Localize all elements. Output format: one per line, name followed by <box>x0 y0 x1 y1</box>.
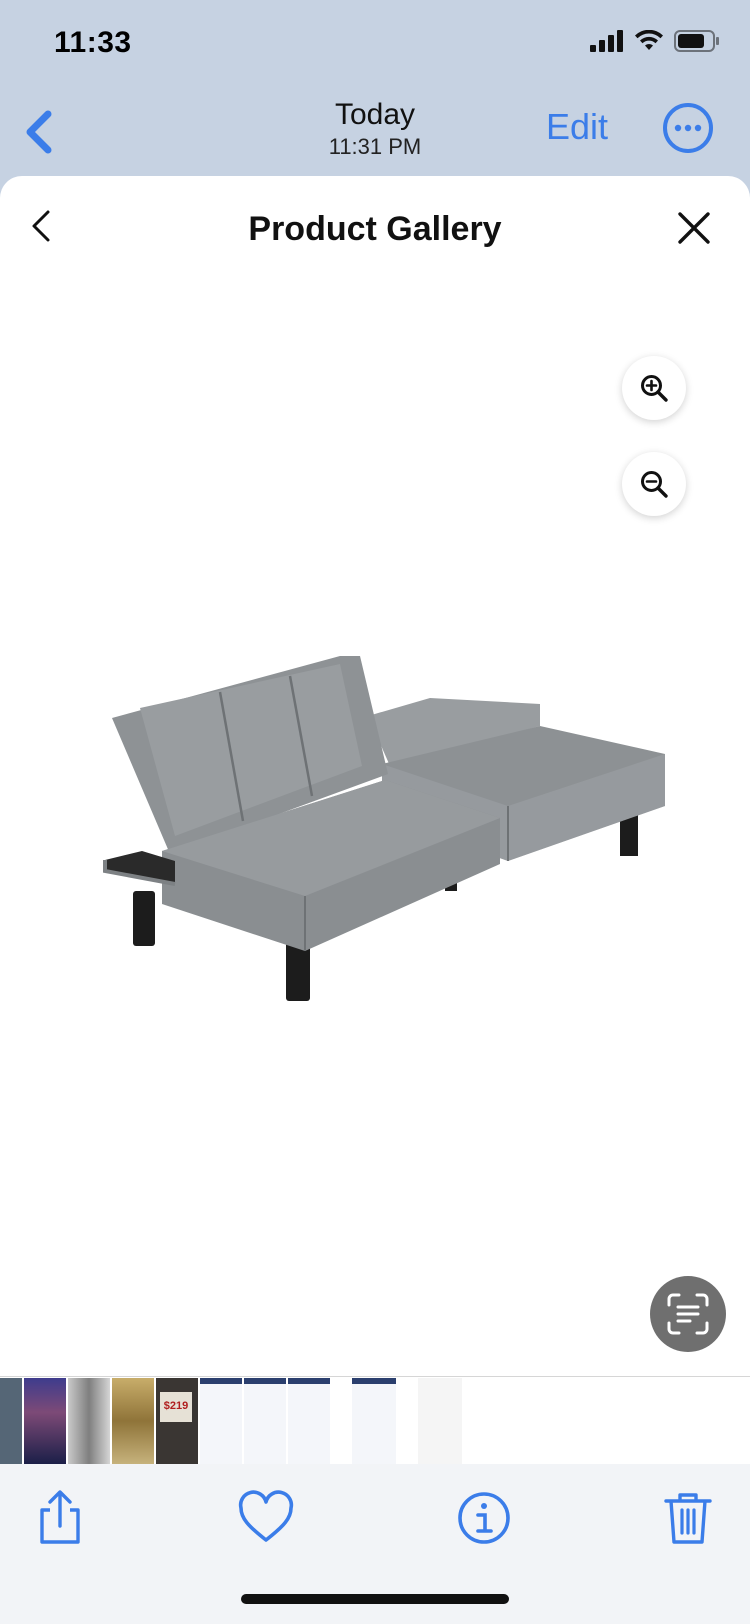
photos-nav-bar: Today 11:31 PM Edit <box>0 90 750 176</box>
thumbnail[interactable]: $219 <box>156 1378 198 1464</box>
trash-icon[interactable] <box>658 1488 718 1548</box>
thumbnail-price-tag: $219 <box>160 1392 192 1422</box>
photo-time: 11:31 PM <box>328 134 422 159</box>
thumbnail[interactable] <box>112 1378 154 1464</box>
thumbnail[interactable] <box>0 1378 22 1464</box>
thumbnail[interactable] <box>244 1378 286 1464</box>
thumbnail[interactable] <box>68 1378 110 1464</box>
zoom-in-button[interactable] <box>622 356 686 420</box>
home-indicator[interactable] <box>241 1594 509 1604</box>
info-icon[interactable] <box>454 1488 514 1548</box>
zoom-in-icon <box>641 375 668 402</box>
share-icon[interactable] <box>30 1488 90 1548</box>
cellular-signal-icon <box>590 30 623 52</box>
zoom-out-icon <box>641 471 668 498</box>
more-options-icon[interactable] <box>662 102 714 154</box>
product-gallery-sheet: Product Gallery <box>0 176 750 1376</box>
thumbnail[interactable] <box>418 1378 462 1464</box>
thumbnail[interactable] <box>200 1378 242 1464</box>
live-text-button[interactable] <box>650 1276 726 1352</box>
battery-icon <box>674 30 719 52</box>
favorite-heart-icon[interactable] <box>236 1488 296 1548</box>
gallery-title: Product Gallery <box>248 210 502 248</box>
wifi-icon <box>635 30 663 50</box>
status-icons <box>590 30 720 52</box>
close-icon[interactable] <box>676 210 712 246</box>
photo-thumbnail-strip[interactable]: $219 <box>0 1376 750 1464</box>
thumbnail-selected[interactable] <box>352 1378 396 1464</box>
edit-button[interactable]: Edit <box>546 106 608 148</box>
thumbnail[interactable] <box>24 1378 66 1464</box>
zoom-out-button[interactable] <box>622 452 686 516</box>
thumbnail[interactable] <box>288 1378 330 1464</box>
photo-date-title: Today 11:31 PM <box>0 98 750 160</box>
status-bar: 11:33 <box>0 0 750 90</box>
status-time: 11:33 <box>54 26 132 59</box>
live-text-icon <box>667 1293 709 1335</box>
photo-date: Today <box>334 98 416 131</box>
product-image-futon <box>103 656 665 1001</box>
